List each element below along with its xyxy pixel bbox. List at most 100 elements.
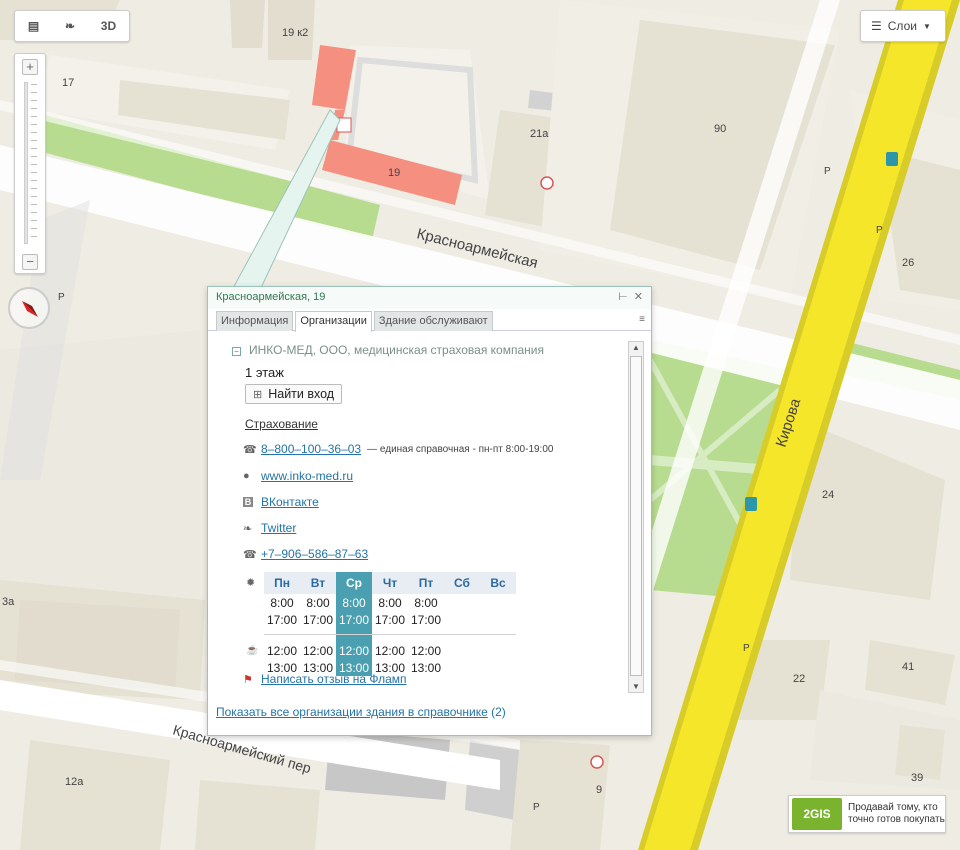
work-from: 8:00: [414, 595, 438, 610]
work-from: 8:00: [378, 595, 402, 610]
phone-icon: ☎: [243, 443, 257, 456]
building-popup: Красноармейская, 19 ⊢ ✕ Информация Орган…: [207, 286, 652, 736]
work-from: [480, 594, 516, 611]
tabs-menu-icon[interactable]: ≡: [639, 314, 645, 325]
work-to: 17:00: [374, 612, 406, 627]
chevron-down-icon: ▼: [922, 21, 931, 31]
break-from: 12:00: [410, 643, 442, 658]
website-row: ● www.inko-med.ru: [243, 469, 353, 483]
find-entrance-button[interactable]: ⊞ Найти вход: [245, 384, 343, 404]
zoom-control: + −: [14, 53, 46, 274]
break-cup-icon: ☕: [246, 645, 259, 656]
review-link[interactable]: Написать отзыв на Фламп: [261, 672, 407, 686]
measure-icon[interactable]: ❧: [65, 19, 75, 33]
tab-organizations[interactable]: Организации: [295, 311, 372, 332]
map-mode-toolbar: ▤ ❧ 3D: [14, 10, 130, 42]
schedule-day-today: Ср: [336, 572, 372, 594]
popup-header: Красноармейская, 19 ⊢ ✕: [208, 287, 651, 309]
building-number: 9: [596, 784, 602, 796]
collapse-icon[interactable]: −: [232, 347, 241, 356]
phone-link[interactable]: 8–800–100–36–03: [261, 442, 361, 456]
building-number: 41: [902, 661, 914, 673]
all-orgs-count: (2): [491, 705, 506, 719]
work-to: 17:00: [410, 612, 442, 627]
work-to: [480, 611, 516, 628]
compass-icon[interactable]: [8, 287, 50, 329]
break-from: [444, 642, 480, 659]
3d-button[interactable]: 3D: [101, 19, 116, 33]
parking-icon: P: [743, 643, 750, 654]
promo-banner[interactable]: 2GIS Продавай тому, кто точно готов поку…: [788, 795, 946, 833]
break-from: 12:00: [374, 643, 406, 658]
break-to: [480, 659, 516, 676]
work-to: 17:00: [336, 611, 372, 628]
work-from: 8:00: [336, 594, 372, 611]
layers-button[interactable]: ☰ Слои ▼: [860, 10, 946, 42]
tab-building-services[interactable]: Здание обслуживают: [373, 311, 493, 331]
phone2-row: ☎ +7–906–586–87–63: [243, 547, 368, 561]
zoom-slider-track[interactable]: [24, 82, 28, 244]
building-number: 19 к2: [282, 27, 308, 39]
building-number: 19: [388, 167, 400, 179]
2gis-logo: 2GIS: [792, 798, 842, 830]
layers-label: Слои: [887, 19, 917, 33]
zoom-in-button[interactable]: +: [22, 59, 38, 75]
building-number: 21а: [530, 128, 549, 140]
phone-row: ☎ 8–800–100–36–03 — единая справочная - …: [243, 442, 553, 456]
website-link[interactable]: www.inko-med.ru: [261, 469, 353, 483]
building-number: 24: [822, 489, 834, 501]
work-from: 8:00: [306, 595, 330, 610]
twitter-link[interactable]: Twitter: [261, 521, 296, 535]
vk-row: B ВКонтакте: [243, 495, 319, 509]
vk-link[interactable]: ВКонтакте: [261, 495, 319, 509]
zoom-out-button[interactable]: −: [22, 254, 38, 270]
popup-title: Красноармейская, 19: [216, 291, 326, 303]
phone2-link[interactable]: +7–906–586–87–63: [261, 547, 368, 561]
popup-scrollbar[interactable]: ▲ ▼: [628, 341, 644, 693]
twitter-icon: ❧: [243, 522, 253, 535]
schedule-day: Вс: [480, 572, 516, 594]
parking-icon: P: [876, 225, 883, 236]
scroll-down-icon[interactable]: ▼: [632, 682, 640, 691]
break-from: [480, 642, 516, 659]
twitter-row: ❧ Twitter: [243, 521, 296, 535]
pin-icon[interactable]: ⊢: [618, 291, 628, 303]
popup-footer: Показать все организации здания в справо…: [216, 705, 506, 719]
building-number: 3а: [2, 596, 15, 608]
promo-line2: точно готов покупать: [848, 814, 945, 825]
vk-icon: B: [243, 497, 253, 507]
phone-icon: ☎: [243, 548, 257, 561]
scroll-thumb[interactable]: [630, 356, 642, 676]
popup-tabs: Информация Организации Здание обслуживаю…: [208, 309, 651, 332]
close-icon[interactable]: ✕: [634, 291, 643, 303]
find-entrance-label: Найти вход: [268, 387, 335, 401]
scroll-up-icon[interactable]: ▲: [632, 343, 640, 352]
building-number: 12а: [65, 776, 84, 788]
schedule-table: Пн Вт Ср Чт Пт Сб Вс 8:00 8:00 8:00 8:00…: [264, 572, 516, 676]
promo-line1: Продавай тому, кто: [848, 802, 938, 813]
globe-icon: ●: [243, 470, 250, 482]
work-from: 8:00: [270, 595, 294, 610]
org-name[interactable]: − ИНКО-МЕД, ООО, медицинская страховая ко…: [232, 343, 544, 357]
building-number: 39: [911, 772, 923, 784]
ruler-icon[interactable]: ▤: [28, 19, 39, 33]
promo-text: Продавай тому, кто точно готов покупать: [848, 802, 945, 826]
schedule-day: Сб: [444, 572, 480, 594]
review-row: ⚑ Написать отзыв на Фламп: [243, 672, 407, 686]
org-floor: 1 этаж: [245, 365, 284, 380]
parking-icon: P: [58, 292, 65, 303]
break-to: [444, 659, 480, 676]
schedule-day: Пт: [408, 572, 444, 594]
org-name-text: ИНКО-МЕД, ООО, медицинская страховая ком…: [249, 343, 544, 357]
rubric-link[interactable]: Страхование: [245, 417, 318, 431]
all-orgs-link[interactable]: Показать все организации здания в справо…: [216, 705, 488, 719]
work-from: [444, 594, 480, 611]
flag-icon: ⚑: [243, 673, 253, 686]
tab-info[interactable]: Информация: [216, 311, 294, 331]
popup-actions: ⊢ ✕: [618, 290, 643, 303]
break-from: 12:00: [302, 643, 334, 658]
break-from: 12:00: [266, 643, 298, 658]
break-to: 13:00: [410, 660, 442, 675]
layers-icon: ☰: [871, 19, 882, 33]
zoom-ticks: [31, 84, 37, 244]
